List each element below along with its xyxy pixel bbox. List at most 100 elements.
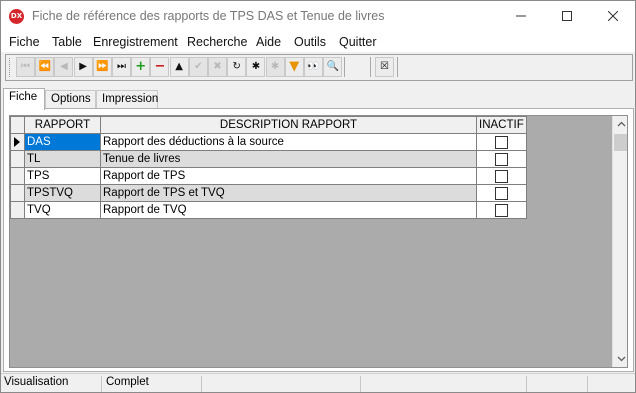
move-up-button[interactable]: ▲ <box>169 57 189 77</box>
asterisk-icon: ✱ <box>251 61 261 72</box>
cell-inactif <box>476 150 527 168</box>
last-record-icon: ⏭ <box>117 61 126 72</box>
inactif-checkbox[interactable] <box>494 135 508 149</box>
scroll-down-button[interactable] <box>613 350 627 367</box>
menu-bar: Fiche Table Enregistrement Recherche Aid… <box>1 32 635 52</box>
grid-table: RAPPORT DESCRIPTION RAPPORT INACTIF DAS R… <box>10 116 527 219</box>
cancel-edit-icon: ✖ <box>213 61 222 72</box>
minimize-button[interactable] <box>498 1 544 32</box>
table-row[interactable]: TL Tenue de livres <box>10 150 527 168</box>
cell-inactif <box>476 133 527 151</box>
menu-fiche[interactable]: Fiche <box>9 35 40 49</box>
inactif-checkbox[interactable] <box>494 186 508 200</box>
title-bar[interactable]: DX Fiche de référence des rapports de TP… <box>1 1 635 32</box>
cell-inactif <box>476 201 527 219</box>
cell-description[interactable]: Rapport de TVQ <box>100 201 477 219</box>
add-button[interactable]: + <box>131 57 151 77</box>
scroll-up-button[interactable] <box>613 116 627 133</box>
row-indicator[interactable] <box>10 184 25 202</box>
cell-rapport[interactable]: TVQ <box>24 201 101 219</box>
status-cell <box>362 376 527 392</box>
row-indicator[interactable] <box>10 167 25 185</box>
cell-rapport[interactable]: TL <box>24 150 101 168</box>
row-indicator[interactable] <box>10 133 25 151</box>
close-record-button[interactable]: ☒ <box>375 57 394 77</box>
tab-fiche[interactable]: Fiche <box>3 88 45 110</box>
status-cell <box>528 376 588 392</box>
cell-description[interactable]: Tenue de livres <box>100 150 477 168</box>
menu-quitter[interactable]: Quitter <box>339 35 377 49</box>
close-button[interactable] <box>590 1 636 32</box>
close-icon <box>608 11 618 21</box>
inactif-checkbox[interactable] <box>494 152 508 166</box>
tab-options[interactable]: Options <box>45 90 96 109</box>
cell-description[interactable]: Rapport de TPS et TVQ <box>100 184 477 202</box>
search-button[interactable]: 🔍 <box>323 57 343 77</box>
menu-enregistrement[interactable]: Enregistrement <box>93 35 178 49</box>
close-record-icon: ☒ <box>380 61 389 72</box>
delete-icon: − <box>154 59 166 74</box>
column-header-inactif[interactable]: INACTIF <box>476 116 527 134</box>
prev-record-icon: ◀ <box>60 61 68 72</box>
grid-header-row: RAPPORT DESCRIPTION RAPPORT INACTIF <box>10 116 527 134</box>
status-mode: Visualisation <box>1 376 102 392</box>
toolbar-separator <box>370 57 371 77</box>
binoculars-button[interactable]: 👀 <box>304 57 323 77</box>
asterisk-disabled-icon: ✱ <box>270 61 280 72</box>
prev-record-button[interactable]: ◀ <box>54 57 74 77</box>
filter-icon: ▼ <box>289 59 300 74</box>
table-row[interactable]: TPS Rapport de TPS <box>10 167 527 185</box>
asterisk-disabled-button[interactable]: ✱ <box>265 57 285 77</box>
menu-aide[interactable]: Aide <box>256 35 281 49</box>
last-record-button[interactable]: ⏭ <box>112 57 131 77</box>
table-row[interactable]: TPSTVQ Rapport de TPS et TVQ <box>10 184 527 202</box>
toolbar-grip[interactable] <box>9 58 12 77</box>
table-row[interactable]: TVQ Rapport de TVQ <box>10 201 527 219</box>
app-logo-icon: DX <box>9 9 24 24</box>
prev-page-button[interactable]: ⏪ <box>35 57 55 77</box>
table-row[interactable]: DAS Rapport des déductions à la source <box>10 133 527 151</box>
scroll-thumb[interactable] <box>614 134 627 151</box>
cell-rapport[interactable]: TPS <box>24 167 101 185</box>
maximize-icon <box>562 11 572 21</box>
menu-table[interactable]: Table <box>52 35 82 49</box>
menu-recherche[interactable]: Recherche <box>187 35 247 49</box>
next-page-button[interactable]: ⏩ <box>92 57 112 77</box>
maximize-button[interactable] <box>544 1 590 32</box>
cell-description[interactable]: Rapport des déductions à la source <box>100 133 477 151</box>
cell-inactif <box>476 167 527 185</box>
toolbar-separator <box>344 57 345 77</box>
vertical-scrollbar[interactable] <box>612 116 627 367</box>
next-page-icon: ⏩ <box>96 61 109 72</box>
inactif-checkbox[interactable] <box>494 203 508 217</box>
menu-outils[interactable]: Outils <box>294 35 326 49</box>
data-grid[interactable]: RAPPORT DESCRIPTION RAPPORT INACTIF DAS R… <box>9 115 628 368</box>
asterisk-button[interactable]: ✱ <box>246 57 266 77</box>
cell-description[interactable]: Rapport de TPS <box>100 167 477 185</box>
column-header-rapport[interactable]: RAPPORT <box>24 116 101 134</box>
inactif-checkbox[interactable] <box>494 169 508 183</box>
app-window: DX Fiche de référence des rapports de TP… <box>0 0 636 393</box>
status-cell <box>203 376 361 392</box>
next-record-button[interactable]: ▶ <box>73 57 93 77</box>
row-indicator[interactable] <box>10 150 25 168</box>
cell-rapport[interactable]: DAS <box>24 133 101 151</box>
tab-impression[interactable]: Impression <box>96 90 158 109</box>
column-header-description[interactable]: DESCRIPTION RAPPORT <box>100 116 477 134</box>
first-record-button[interactable]: ⏮ <box>16 57 35 77</box>
binoculars-icon: 👀 <box>307 61 320 72</box>
refresh-button[interactable]: ↻ <box>227 57 247 77</box>
move-up-icon: ▲ <box>175 61 183 72</box>
delete-button[interactable]: − <box>150 57 170 77</box>
cell-rapport[interactable]: TPSTVQ <box>24 184 101 202</box>
row-indicator[interactable] <box>10 201 25 219</box>
search-icon: 🔍 <box>326 61 339 72</box>
status-state: Complet <box>103 376 202 392</box>
chevron-down-icon <box>617 356 626 362</box>
window-title: Fiche de référence des rapports de TPS D… <box>32 9 385 23</box>
first-record-icon: ⏮ <box>21 61 30 72</box>
minimize-icon <box>516 15 526 17</box>
cancel-edit-button[interactable]: ✖ <box>208 57 227 77</box>
confirm-button[interactable]: ✔ <box>188 57 208 77</box>
filter-button[interactable]: ▼ <box>284 57 304 77</box>
